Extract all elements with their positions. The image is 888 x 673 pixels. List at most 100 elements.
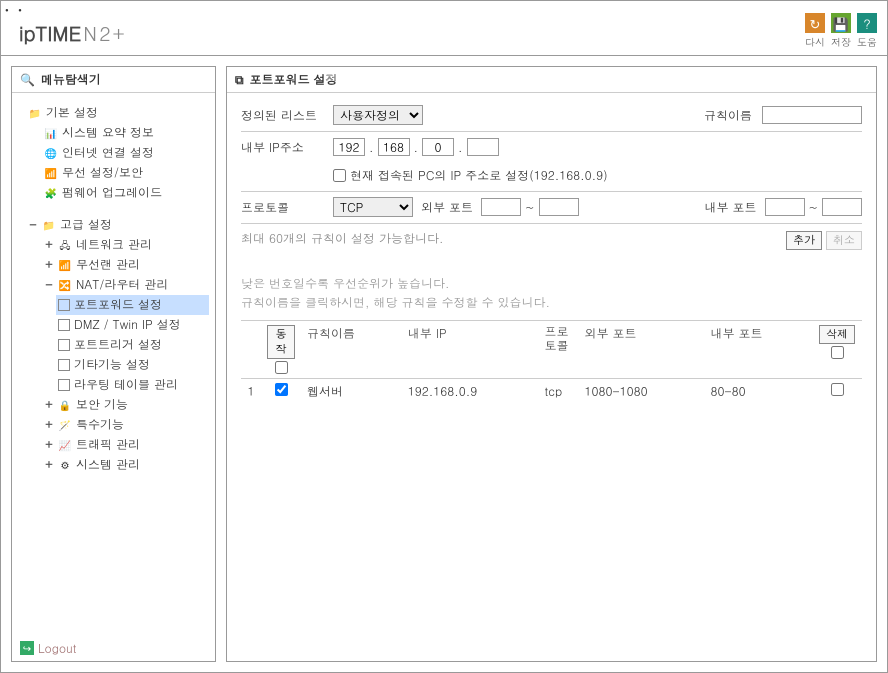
toggle-collapse[interactable]: – [44, 275, 54, 295]
ip-octet-3[interactable] [422, 138, 454, 156]
refresh-label: 다시 [805, 35, 825, 49]
bulk-delete-button[interactable]: 삭제 [819, 325, 855, 344]
current-ip-label: 현재 접속된 PC의 IP 주소로 설정(192.168.0.9) [350, 167, 608, 184]
row-index: 1 [241, 379, 261, 405]
nav-sysinfo[interactable]: 시스템 요약 정보 [62, 123, 154, 143]
nav-traffic[interactable]: 트래픽 관리 [76, 435, 140, 455]
col-intip: 내부 IP [402, 321, 539, 379]
save-button[interactable]: 💾 저장 [831, 13, 851, 49]
bulk-action-button[interactable]: 동작 [267, 325, 295, 359]
nav-advanced[interactable]: 고급 설정 [60, 215, 112, 235]
sidebar-title: 메뉴탐색기 [41, 71, 101, 88]
select-all-delete-checkbox[interactable] [831, 346, 844, 359]
nav-misc[interactable]: 기타기능 설정 [74, 355, 150, 375]
sidebar-header: 🔍 메뉴탐색기 [12, 67, 215, 93]
row-rule-name[interactable]: 웹서버 [307, 383, 343, 400]
row-intip: 192.168.0.9 [402, 379, 539, 405]
logo-main: ipTIME [19, 18, 81, 47]
nav-nat[interactable]: NAT/라우터 관리 [76, 275, 168, 295]
page-icon [58, 339, 70, 351]
col-proto: 프로토콜 [539, 321, 579, 379]
chart-icon: 📈 [58, 438, 72, 452]
edit-hint: 규칙이름을 클릭하시면, 해당 규칙을 수정할 수 있습니다. [241, 293, 862, 312]
select-all-action-checkbox[interactable] [275, 361, 288, 374]
nav-wan[interactable]: 인터넷 연결 설정 [62, 143, 154, 163]
sidebar: 🔍 메뉴탐색기 📁기본 설정 📊시스템 요약 정보 🌐인터넷 연결 설정 📶무선… [11, 66, 216, 662]
col-rulename: 규칙이름 [301, 321, 402, 379]
predef-label: 정의된 리스트 [241, 107, 333, 124]
nav-system[interactable]: 시스템 관리 [76, 455, 140, 475]
extport-end-input[interactable] [539, 198, 579, 216]
proto-label: 프로토콜 [241, 199, 333, 216]
nav-firmware[interactable]: 펌웨어 업그레이드 [62, 183, 162, 203]
nav-wifi[interactable]: 무선 설정/보안 [62, 163, 143, 183]
folder-icon: 📁 [28, 106, 42, 120]
logo-sub: N2+ [83, 18, 126, 47]
cancel-button[interactable]: 취소 [826, 231, 862, 250]
help-icon: ? [857, 13, 877, 33]
nav-portforward[interactable]: 포트포워드 설정 [74, 295, 162, 315]
main-header: ⧉ 포트포워드 설정 [227, 67, 876, 93]
save-icon: 💾 [831, 13, 851, 33]
nav-basic[interactable]: 기본 설정 [46, 103, 98, 123]
ip-octet-4[interactable] [467, 138, 499, 156]
current-ip-checkbox[interactable] [333, 169, 346, 182]
ip-octet-2[interactable] [378, 138, 410, 156]
ip-octet-1[interactable] [333, 138, 365, 156]
col-extport: 외부 포트 [579, 321, 705, 379]
col-intport: 내부 포트 [705, 321, 812, 379]
wifi-icon: 📶 [58, 258, 72, 272]
rulename-label: 규칙이름 [698, 107, 758, 124]
page-icon [58, 359, 70, 371]
router-icon: 🔀 [58, 278, 72, 292]
row-extport: 1080-1080 [579, 379, 705, 405]
toggle-expand[interactable]: + [44, 455, 54, 475]
extport-label: 외부 포트 [417, 199, 477, 216]
predef-select[interactable]: 사용자정의 [333, 105, 423, 125]
nav-dmz[interactable]: DMZ / Twin IP 설정 [74, 315, 181, 335]
add-button[interactable]: 추가 [786, 231, 822, 250]
intport-start-input[interactable] [765, 198, 805, 216]
logout-button[interactable]: ↪ Logout [12, 635, 215, 661]
logout-icon: ↪ [20, 641, 34, 655]
nav-porttrigger[interactable]: 포트트리거 설정 [74, 335, 162, 355]
refresh-icon: ↻ [805, 13, 825, 33]
page-icon [58, 319, 70, 331]
extport-start-input[interactable] [481, 198, 521, 216]
row-delete-checkbox[interactable] [831, 383, 844, 396]
wifi-icon: 📶 [44, 166, 58, 180]
toggle-expand[interactable]: + [44, 435, 54, 455]
nav-wlan[interactable]: 무선랜 관리 [76, 255, 140, 275]
intport-end-input[interactable] [822, 198, 862, 216]
rule-name-input[interactable] [762, 106, 862, 124]
toggle-expand[interactable]: + [44, 255, 54, 275]
nav-network[interactable]: 네트워크 관리 [76, 235, 152, 255]
chip-icon: 🧩 [44, 186, 58, 200]
nav-tree: 📁기본 설정 📊시스템 요약 정보 🌐인터넷 연결 설정 📶무선 설정/보안 🧩… [12, 93, 215, 635]
intip-label: 내부 IP주소 [241, 139, 333, 156]
toggle-expand[interactable]: + [44, 415, 54, 435]
intport-label: 내부 포트 [701, 199, 761, 216]
top-actions: ↻ 다시 💾 저장 ? 도움 [805, 13, 877, 49]
toggle-collapse[interactable]: – [28, 215, 38, 235]
page-icon [58, 299, 70, 311]
help-button[interactable]: ? 도움 [857, 13, 877, 49]
dashboard-icon: 📊 [44, 126, 58, 140]
window-dots: • • [5, 3, 25, 17]
toggle-expand[interactable]: + [44, 395, 54, 415]
toggle-expand[interactable]: + [44, 235, 54, 255]
copy-icon: ⧉ [235, 71, 244, 88]
table-hints: 낮은 번호일수록 우선순위가 높습니다. 규칙이름을 클릭하시면, 해당 규칙을… [241, 274, 862, 312]
nav-security[interactable]: 보안 기능 [76, 395, 128, 415]
row-active-checkbox[interactable] [275, 383, 288, 396]
refresh-button[interactable]: ↻ 다시 [805, 13, 825, 49]
protocol-select[interactable]: TCP [333, 197, 413, 217]
priority-hint: 낮은 번호일수록 우선순위가 높습니다. [241, 274, 862, 293]
search-icon: 🔍 [20, 71, 35, 88]
nav-special[interactable]: 특수기능 [76, 415, 124, 435]
row-proto: tcp [539, 379, 579, 405]
logo: ipTIMEN2+ [19, 18, 126, 47]
page-title: 포트포워드 설정 [250, 71, 338, 88]
nav-routing[interactable]: 라우팅 테이블 관리 [74, 375, 178, 395]
logout-label: Logout [38, 640, 76, 657]
